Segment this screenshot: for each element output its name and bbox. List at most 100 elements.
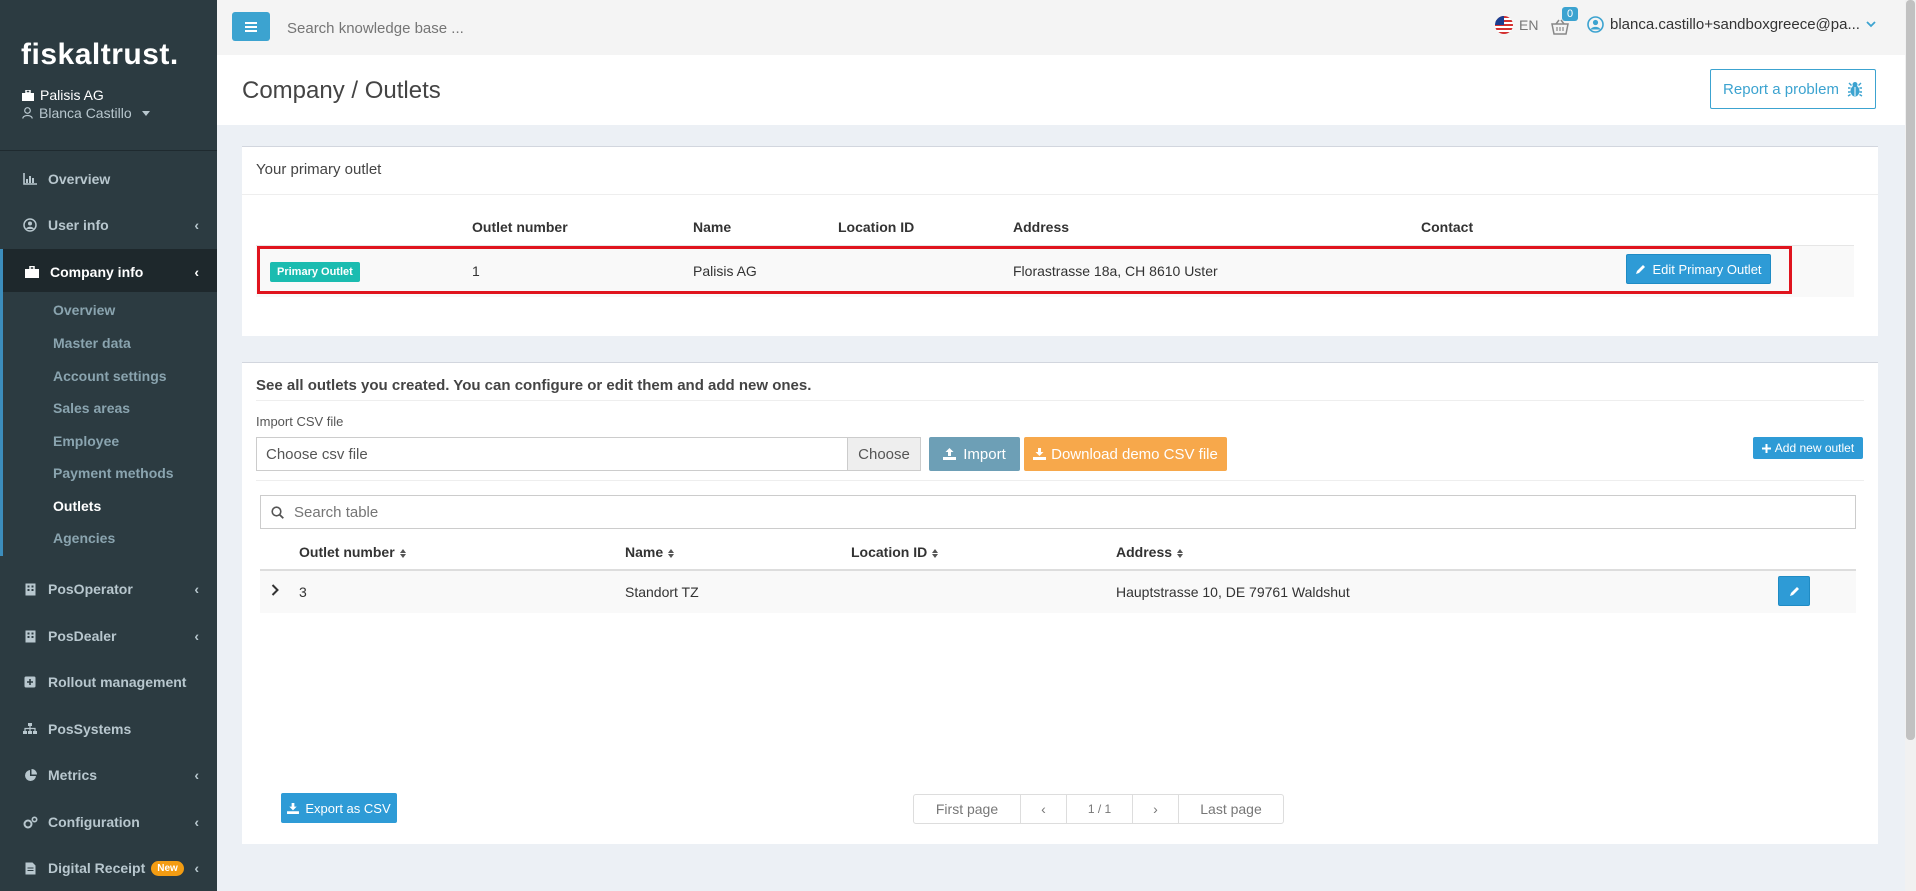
header-label: Location ID [851,544,928,560]
sortable-header-location-id[interactable]: Location ID [851,544,939,560]
sidebar-item-label: PosOperator [48,581,133,597]
chevron-down-icon: ‹ [194,264,199,280]
primary-outlet-number: 1 [472,263,480,279]
sidebar-item-label: Digital Receipt [48,860,146,876]
sidebar-item-configuration[interactable]: Configuration ‹ [0,799,217,845]
table-search-input[interactable] [294,503,1794,521]
import-csv-label: Import CSV file [256,414,344,429]
submenu-item-payment-methods[interactable]: Payment methods [53,465,174,481]
building-icon [22,630,38,643]
sort-icon [932,548,939,558]
sidebar-item-rollout-management[interactable]: Rollout management [0,659,217,705]
expand-row-icon[interactable] [271,583,279,599]
first-page-button[interactable]: First page [914,795,1021,823]
primary-outlet-name: Palisis AG [693,263,757,279]
report-problem-button[interactable]: Report a problem [1710,69,1876,109]
sort-icon [668,548,675,558]
table-row [260,569,1856,613]
panel-divider [256,480,1864,481]
sidebar-item-label: User info [48,217,109,233]
sortable-header-address[interactable]: Address [1116,544,1184,560]
top-navbar: EN 0 blanca.castillo+sandboxgreece@pa... [217,0,1905,55]
header-label: Address [1116,544,1173,560]
prev-page-button[interactable]: ‹ [1021,795,1067,823]
outlet-address-cell: Hauptstrasse 10, DE 79761 Waldshut [1116,584,1350,600]
upload-icon [943,448,957,460]
add-new-outlet-button[interactable]: Add new outlet [1753,437,1863,459]
download-icon [1033,448,1047,460]
next-page-button[interactable]: › [1133,795,1179,823]
plus-square-icon [22,676,38,688]
outlets-panel: See all outlets you created. You can con… [242,362,1878,844]
language-selector[interactable]: EN [1495,16,1538,34]
last-page-button[interactable]: Last page [1179,795,1283,823]
submenu-item-overview[interactable]: Overview [53,302,115,318]
sortable-header-name[interactable]: Name [625,544,675,560]
header-label: Name [625,544,664,560]
sidebar-item-label: PosSystems [48,721,132,737]
download-demo-csv-button[interactable]: Download demo CSV file [1024,437,1227,471]
header-label: Outlet number [299,544,395,560]
chevron-down-icon [1866,21,1876,28]
download-icon [287,802,300,814]
choose-file-button[interactable]: Choose [847,437,921,471]
sidebar-item-label: Metrics [48,767,98,783]
panel-divider [242,194,1878,195]
sidebar-item-label: Rollout management [48,674,187,690]
sidebar: fiskaltrust. Palisis AG Blanca Castillo … [0,0,217,891]
page-header: Company / Outlets Report a problem [217,55,1905,125]
sort-icon [399,548,406,558]
outlet-name-cell: Standort TZ [625,584,699,600]
sidebar-item-label: PosDealer [48,628,117,644]
column-header-name: Name [693,219,732,235]
chevron-left-icon: ‹ [194,767,199,783]
chevron-left-icon: ‹ [194,628,199,644]
user-selector[interactable]: Blanca Castillo [22,105,150,121]
import-button[interactable]: Import [929,437,1020,471]
company-info-submenu: Overview Master data Account settings Sa… [0,292,217,556]
sidebar-item-overview[interactable]: Overview [0,156,217,202]
edit-primary-outlet-button[interactable]: Edit Primary Outlet [1626,254,1771,284]
primary-outlet-badge: Primary Outlet [270,262,360,282]
sitemap-icon [22,723,38,735]
user-menu[interactable]: blanca.castillo+sandboxgreece@pa... [1587,16,1876,33]
outlet-number-cell: 3 [299,584,307,600]
language-label: EN [1519,17,1539,33]
submenu-item-sales-areas[interactable]: Sales areas [53,400,130,416]
submenu-item-outlets[interactable]: Outlets [53,498,101,514]
briefcase-icon [22,89,34,101]
table-search[interactable] [260,495,1856,529]
sidebar-item-user-info[interactable]: User info ‹ [0,202,217,248]
column-header-outlet-number: Outlet number [472,219,568,235]
company-selector[interactable]: Palisis AG [22,87,104,103]
sidebar-item-label: Overview [48,171,111,187]
plus-icon [1761,443,1771,453]
edit-outlet-button[interactable] [1778,576,1810,606]
user-icon [22,107,33,119]
submenu-item-account-settings[interactable]: Account settings [53,368,167,384]
sidebar-item-possystems[interactable]: PosSystems [0,706,217,752]
submenu-item-employee[interactable]: Employee [53,433,119,449]
building-icon [22,583,38,596]
brand-logo[interactable]: fiskaltrust. [21,38,179,72]
sidebar-item-digital-receipt[interactable]: Digital Receipt New ‹ [0,845,217,891]
submenu-item-agencies[interactable]: Agencies [53,530,115,546]
sortable-header-outlet-number[interactable]: Outlet number [299,544,406,560]
sidebar-item-metrics[interactable]: Metrics ‹ [0,752,217,798]
export-csv-button[interactable]: Export as CSV [281,793,397,823]
edit-primary-outlet-label: Edit Primary Outlet [1652,261,1762,277]
user-circle-icon [22,218,38,232]
cart-count-badge: 0 [1562,7,1579,21]
sidebar-toggle-button[interactable] [232,12,270,41]
chevron-left-icon: ‹ [194,814,199,830]
column-header-location-id: Location ID [838,219,915,235]
import-label: Import [963,445,1006,463]
scrollbar-thumb[interactable] [1906,0,1915,740]
submenu-item-master-data[interactable]: Master data [53,335,131,351]
sidebar-item-posdealer[interactable]: PosDealer ‹ [0,613,217,659]
knowledge-base-search-input[interactable] [287,17,587,39]
sidebar-item-company-info[interactable]: Company info ‹ [0,249,217,295]
bug-icon [1847,81,1863,97]
csv-file-input[interactable]: Choose csv file [256,437,848,471]
sidebar-item-posoperator[interactable]: PosOperator ‹ [0,566,217,612]
